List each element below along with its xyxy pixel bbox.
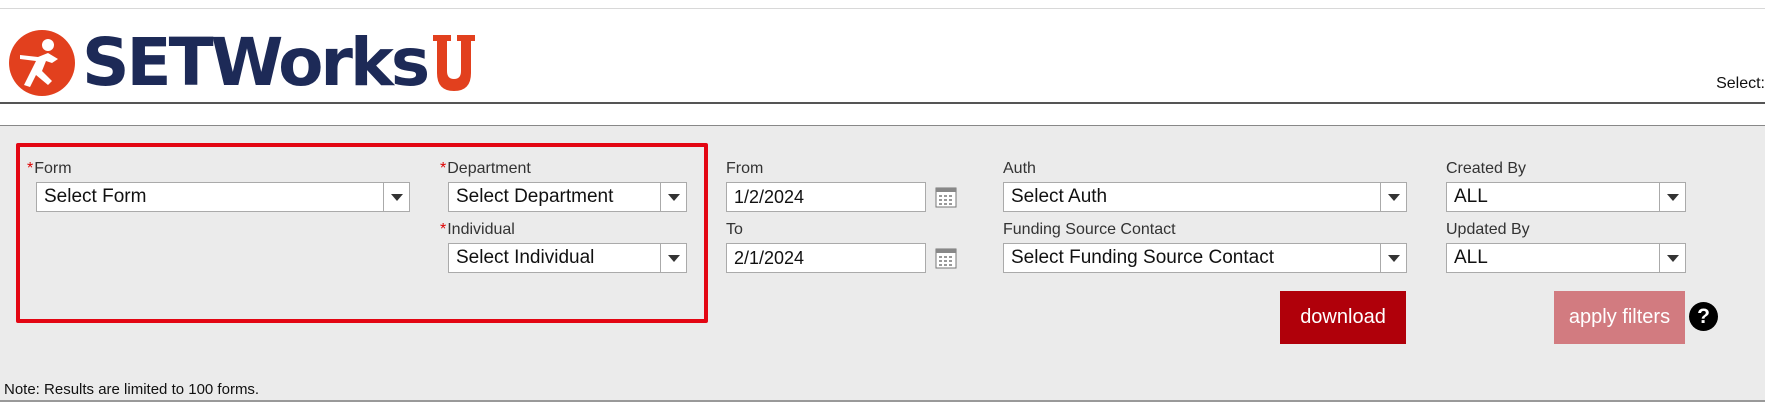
chevron-down-icon[interactable]	[1380, 244, 1406, 272]
brand-name: SETWorks	[82, 24, 430, 101]
funding-source-contact-label: Funding Source Contact	[1003, 221, 1176, 238]
form-label: *Form	[27, 160, 72, 177]
apply-filters-button[interactable]: apply filters	[1554, 291, 1685, 344]
auth-label: Auth	[1003, 160, 1036, 177]
setworks-runner-icon	[9, 30, 75, 96]
highlight-box	[16, 143, 708, 323]
setworks-logo[interactable]: SETWorks	[8, 23, 477, 103]
funding-source-contact-select[interactable]: Select Funding Source Contact	[1003, 243, 1407, 273]
form-select[interactable]: Select Form	[36, 182, 410, 212]
department-label: *Department	[440, 160, 531, 177]
individual-label: *Individual	[440, 221, 515, 238]
created-by-select[interactable]: ALL	[1446, 182, 1686, 212]
chevron-down-icon[interactable]	[1380, 183, 1406, 211]
chevron-down-icon[interactable]	[1659, 183, 1685, 211]
to-label: To	[726, 221, 743, 238]
created-by-label: Created By	[1446, 160, 1527, 177]
header: SETWorks Select:	[0, 9, 1765, 101]
calendar-icon[interactable]	[935, 247, 957, 269]
chevron-down-icon[interactable]	[383, 183, 409, 211]
results-limit-note: Note: Results are limited to 100 forms.	[4, 381, 260, 398]
header-divider	[0, 102, 1765, 104]
from-date-input[interactable]: 1/2/2024	[726, 182, 926, 212]
calendar-icon[interactable]	[935, 186, 957, 208]
auth-select[interactable]: Select Auth	[1003, 182, 1407, 212]
help-icon[interactable]: ?	[1689, 302, 1718, 331]
updated-by-label: Updated By	[1446, 221, 1530, 238]
from-label: From	[726, 160, 764, 177]
chevron-down-icon[interactable]	[1659, 244, 1685, 272]
chevron-down-icon[interactable]	[660, 183, 686, 211]
brand-u-mark	[433, 35, 476, 91]
department-select[interactable]: Select Department	[448, 182, 687, 212]
updated-by-select[interactable]: ALL	[1446, 243, 1686, 273]
download-button[interactable]: download	[1280, 291, 1406, 344]
select-label: Select:	[1716, 75, 1765, 92]
individual-select[interactable]: Select Individual	[448, 243, 687, 273]
to-date-input[interactable]: 2/1/2024	[726, 243, 926, 273]
chevron-down-icon[interactable]	[660, 244, 686, 272]
